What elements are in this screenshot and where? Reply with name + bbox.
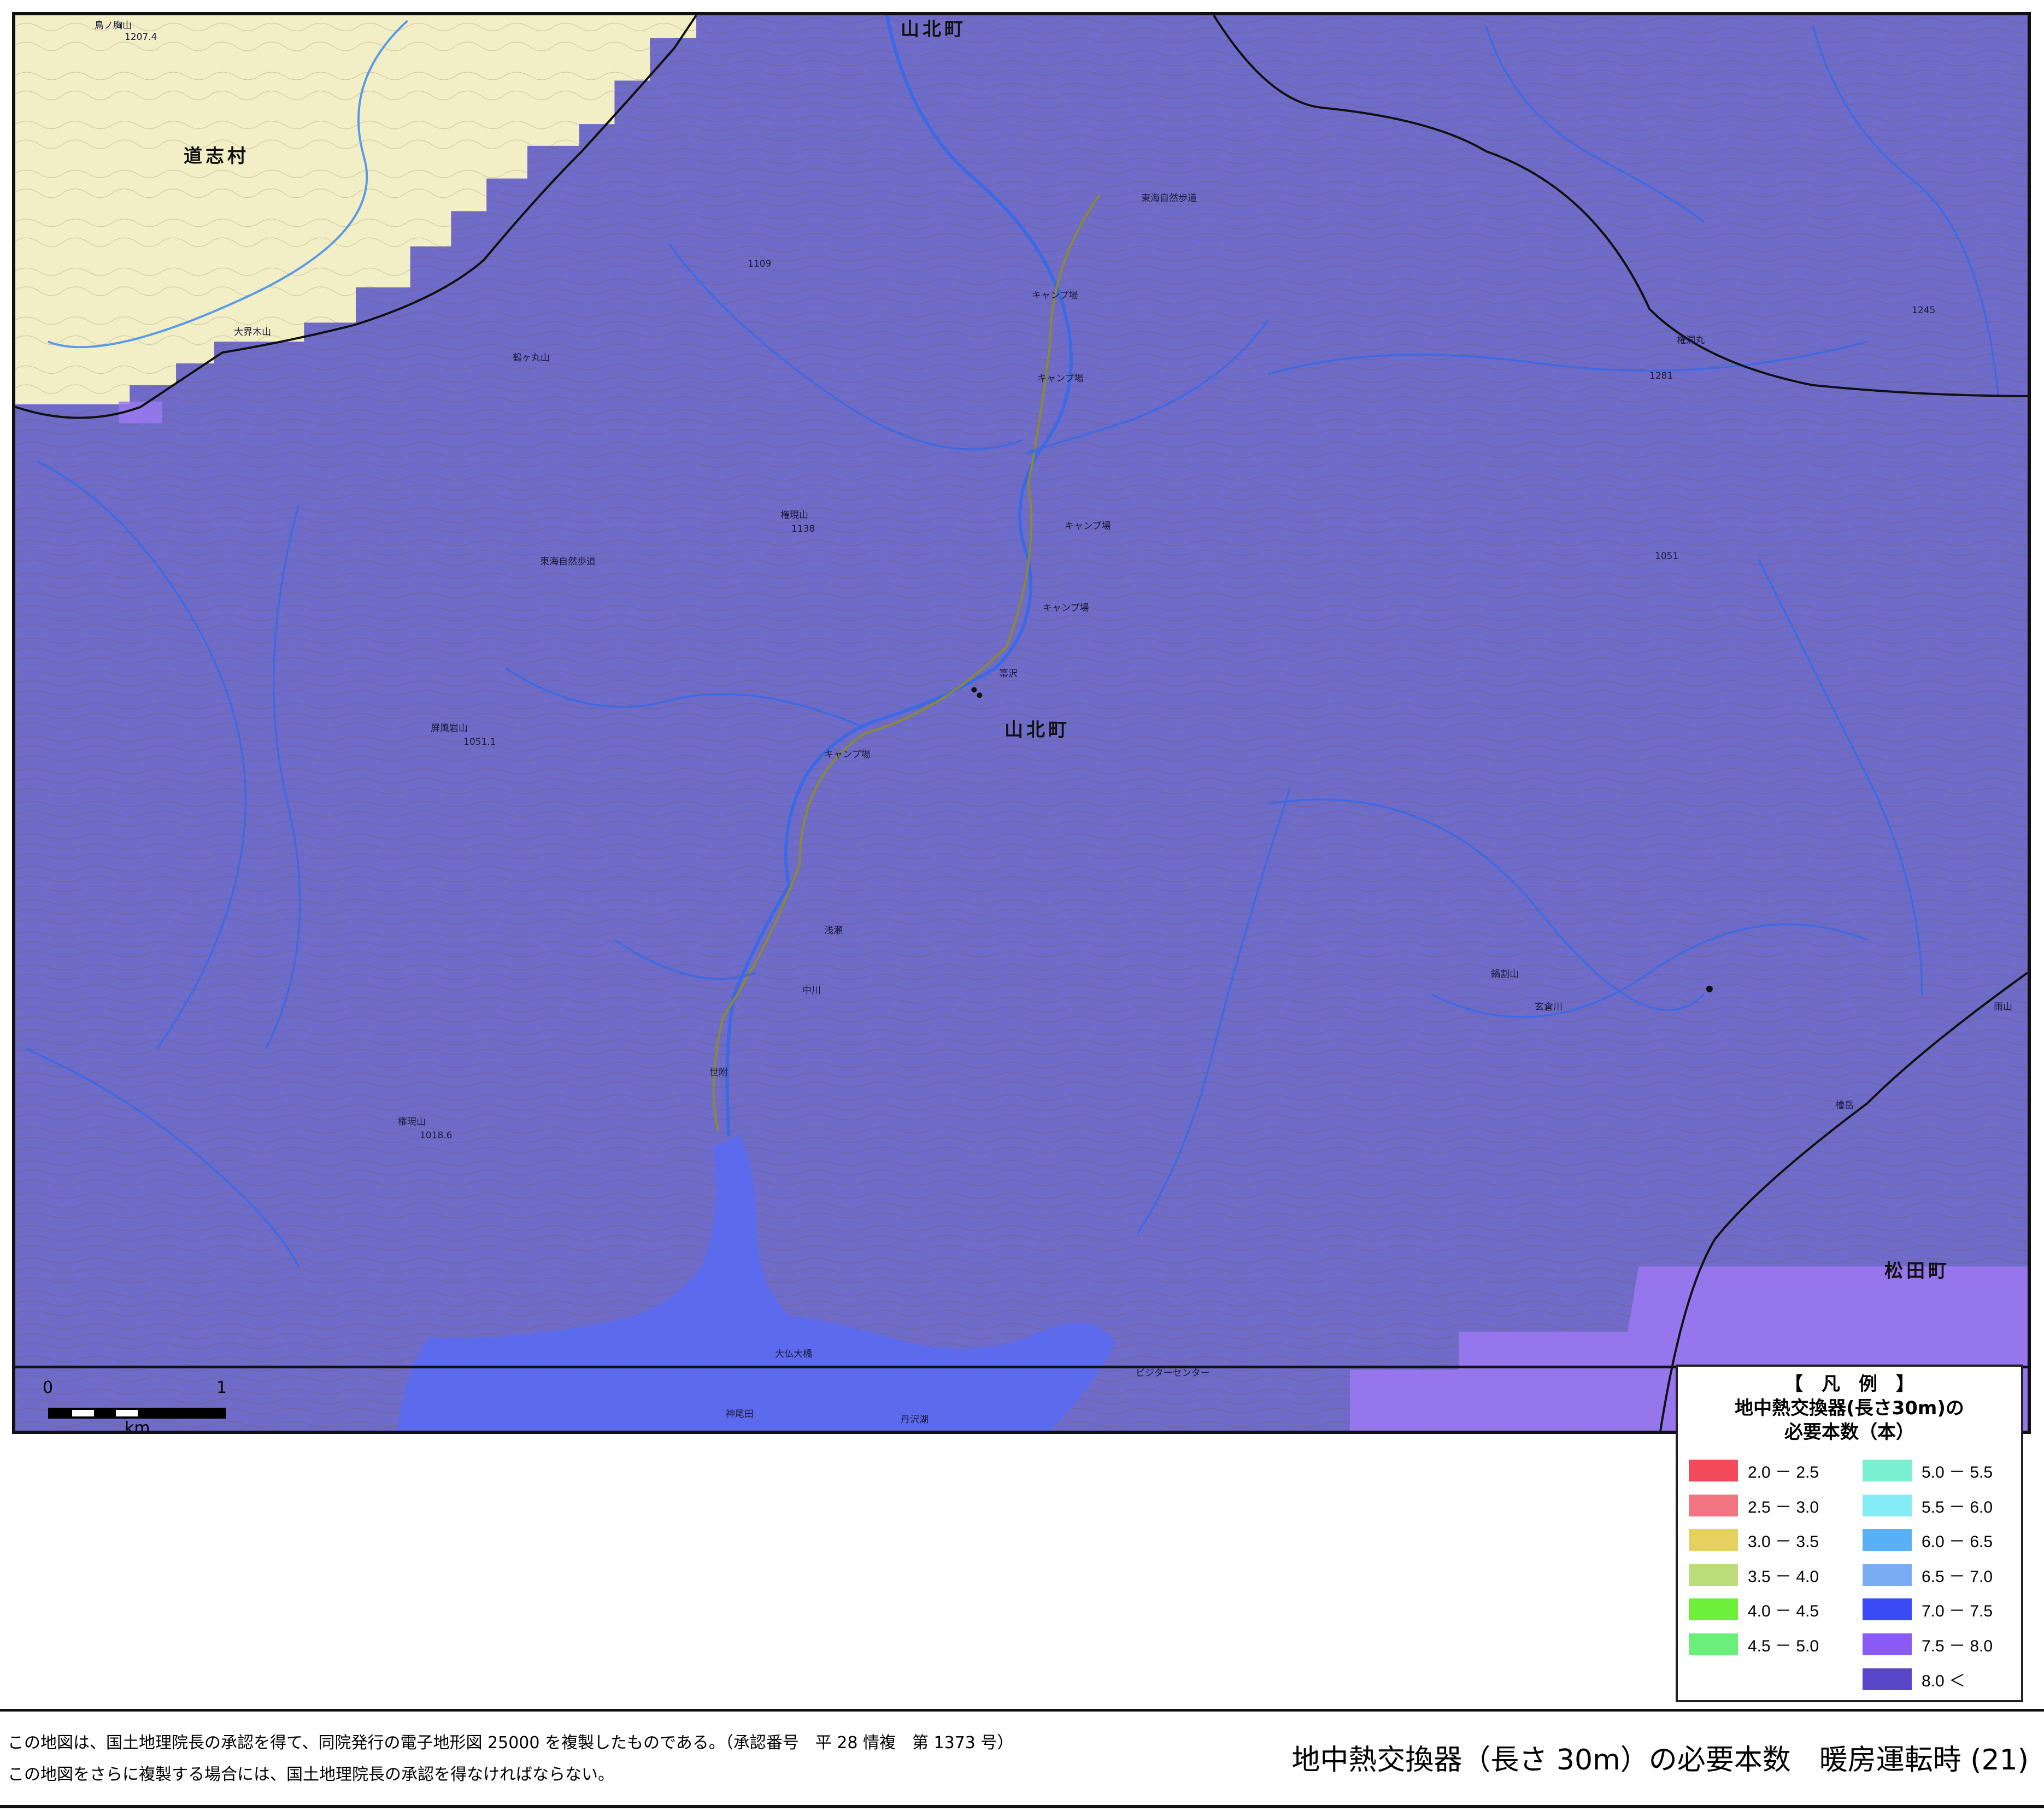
copyright-note-1: この地図は、国土地理院長の承認を得て、同院発行の電子地形図 25000 を複製し… [8, 1733, 1014, 1753]
legend-swatch [1863, 1668, 1912, 1690]
legend: 【 凡 例 】 地中熱交換器(長さ30m)の 必要本数（本） 2.0 － 2.5… [1676, 1365, 2023, 1702]
label-locality: 神尾田 [726, 1409, 754, 1420]
legend-swatch [1863, 1460, 1912, 1481]
legend-swatch [1689, 1529, 1738, 1551]
legend-label: 7.5 － 8.0 [1922, 1637, 1993, 1655]
place-yamakita-center: 山北町 [1005, 719, 1070, 741]
label-elevation: 1051 [1655, 551, 1679, 562]
label-peak: 大界木山 [234, 327, 271, 338]
legend-label: 7.0 － 7.5 [1922, 1602, 1993, 1621]
legend-label: 4.5 － 5.0 [1748, 1637, 1819, 1655]
label-peak: 鳥ノ胸山 [95, 20, 132, 31]
legend-item: 6.0 － 6.5 [1863, 1528, 1993, 1552]
legend-label: 4.0 － 4.5 [1748, 1602, 1819, 1621]
legend-item: 5.0 － 5.5 [1863, 1459, 1993, 1483]
label-elevation: 1207.4 [125, 32, 157, 43]
label-elevation: 1109 [748, 258, 772, 269]
scale-bar: 0 1 km [43, 1376, 228, 1434]
place-yamakita-top: 山北町 [901, 19, 966, 40]
map-frame[interactable]: 道志村 山北町 山北町 松田町 鳥ノ胸山 大界木山 鶴ヶ丸山 権現山 屏風岩山 … [12, 12, 2031, 1434]
label-elevation: 1281 [1649, 371, 1673, 381]
label-peak: 権洞丸 [1677, 335, 1705, 346]
legend-swatch [1863, 1494, 1912, 1516]
legend-title-line1: 地中熱交換器(長さ30m)の [1735, 1397, 1964, 1419]
label-river: 玄倉川 [1535, 1002, 1563, 1013]
label-elevation: 1245 [1912, 305, 1936, 316]
page-bottom-border [0, 1805, 2044, 1808]
label-peak: 鶴ヶ丸山 [513, 352, 550, 363]
legend-swatch [1863, 1529, 1912, 1551]
legend-item: 3.0 － 3.5 [1689, 1528, 1819, 1552]
scale-graphic [48, 1408, 226, 1419]
legend-swatch [1689, 1633, 1738, 1655]
legend-label: 5.5 － 6.0 [1922, 1498, 1993, 1516]
label-facility: キャンプ場 [824, 749, 871, 760]
legend-label: 8.0 ＜ [1922, 1672, 1966, 1690]
legend-label: 3.0 － 3.5 [1748, 1533, 1819, 1551]
legend-item: 6.5 － 7.0 [1863, 1563, 1993, 1587]
legend-title-line2: 必要本数（本） [1784, 1421, 1914, 1443]
legend-item: 7.5 － 8.0 [1863, 1632, 1993, 1656]
copyright-note-2: この地図をさらに複製する場合には、国土地理院長の承認を得なければならない。 [8, 1765, 614, 1784]
map-title: 地中熱交換器（長さ 30m）の必要本数 暖房運転時 (21) [1291, 1744, 2029, 1777]
legend-item: 7.0 － 7.5 [1863, 1597, 1993, 1621]
label-locality: 中川 [802, 985, 821, 996]
label-locality: ビジターセンター [1136, 1368, 1210, 1379]
label-peak: 屏風岩山 [431, 723, 468, 734]
legend-item: 4.5 － 5.0 [1689, 1632, 1819, 1656]
label-peak: 権現山 [398, 1116, 426, 1127]
legend-item: 5.5 － 6.0 [1863, 1494, 1993, 1518]
label-peak: 檜岳 [1835, 1100, 1854, 1111]
label-elevation: 1051.1 [463, 737, 496, 748]
legend-item: 8.0 ＜ [1863, 1667, 1965, 1691]
scale-unit: km [125, 1419, 150, 1434]
label-peak: 雨山 [1994, 1002, 2012, 1013]
legend-item: 3.5 － 4.0 [1689, 1563, 1819, 1587]
label-locality: 大仏大橋 [775, 1349, 812, 1360]
legend-swatch [1689, 1563, 1738, 1586]
legend-heading: 【 凡 例 】 [1784, 1373, 1914, 1395]
label-facility: キャンプ場 [1032, 290, 1078, 301]
legend-item: 2.0 － 2.5 [1689, 1459, 1819, 1483]
scale-start: 0 [43, 1378, 54, 1397]
legend-label: 3.5 － 4.0 [1748, 1567, 1819, 1586]
label-trail: 東海自然歩道 [1141, 193, 1197, 204]
label-facility: キャンプ場 [1037, 373, 1084, 384]
label-facility: キャンプ場 [1043, 603, 1089, 614]
label-peak: 権現山 [780, 510, 808, 521]
label-locality: 箒沢 [999, 668, 1018, 679]
label-elevation: 1138 [791, 524, 815, 534]
legend-swatch [1863, 1633, 1912, 1655]
label-elevation: 1018.6 [420, 1130, 453, 1141]
footer-divider [0, 1709, 2044, 1712]
label-locality: 丹沢湖 [901, 1414, 929, 1425]
label-peak: 鍋割山 [1491, 969, 1519, 980]
legend-label: 6.5 － 7.0 [1922, 1567, 1993, 1586]
legend-label: 2.0 － 2.5 [1748, 1463, 1819, 1481]
legend-label: 6.0 － 6.5 [1922, 1533, 1993, 1551]
legend-label: 2.5 － 3.0 [1748, 1498, 1819, 1516]
label-locality: 浅瀬 [824, 925, 843, 936]
legend-item: 4.0 － 4.5 [1689, 1597, 1819, 1621]
legend-swatch [1689, 1460, 1738, 1481]
legend-item: 2.5 － 3.0 [1689, 1494, 1819, 1518]
label-facility: キャンプ場 [1065, 521, 1111, 532]
label-locality: 世附 [709, 1067, 728, 1078]
legend-swatch [1863, 1598, 1912, 1621]
legend-swatch [1689, 1598, 1738, 1621]
legend-swatch [1689, 1494, 1738, 1516]
place-doshi: 道志村 [184, 145, 249, 167]
legend-swatch [1863, 1563, 1912, 1586]
label-trail: 東海自然歩道 [540, 556, 596, 567]
legend-label: 5.0 － 5.5 [1922, 1463, 1993, 1481]
place-matsuda: 松田町 [1884, 1260, 1950, 1282]
scale-end: 1 [216, 1378, 227, 1397]
